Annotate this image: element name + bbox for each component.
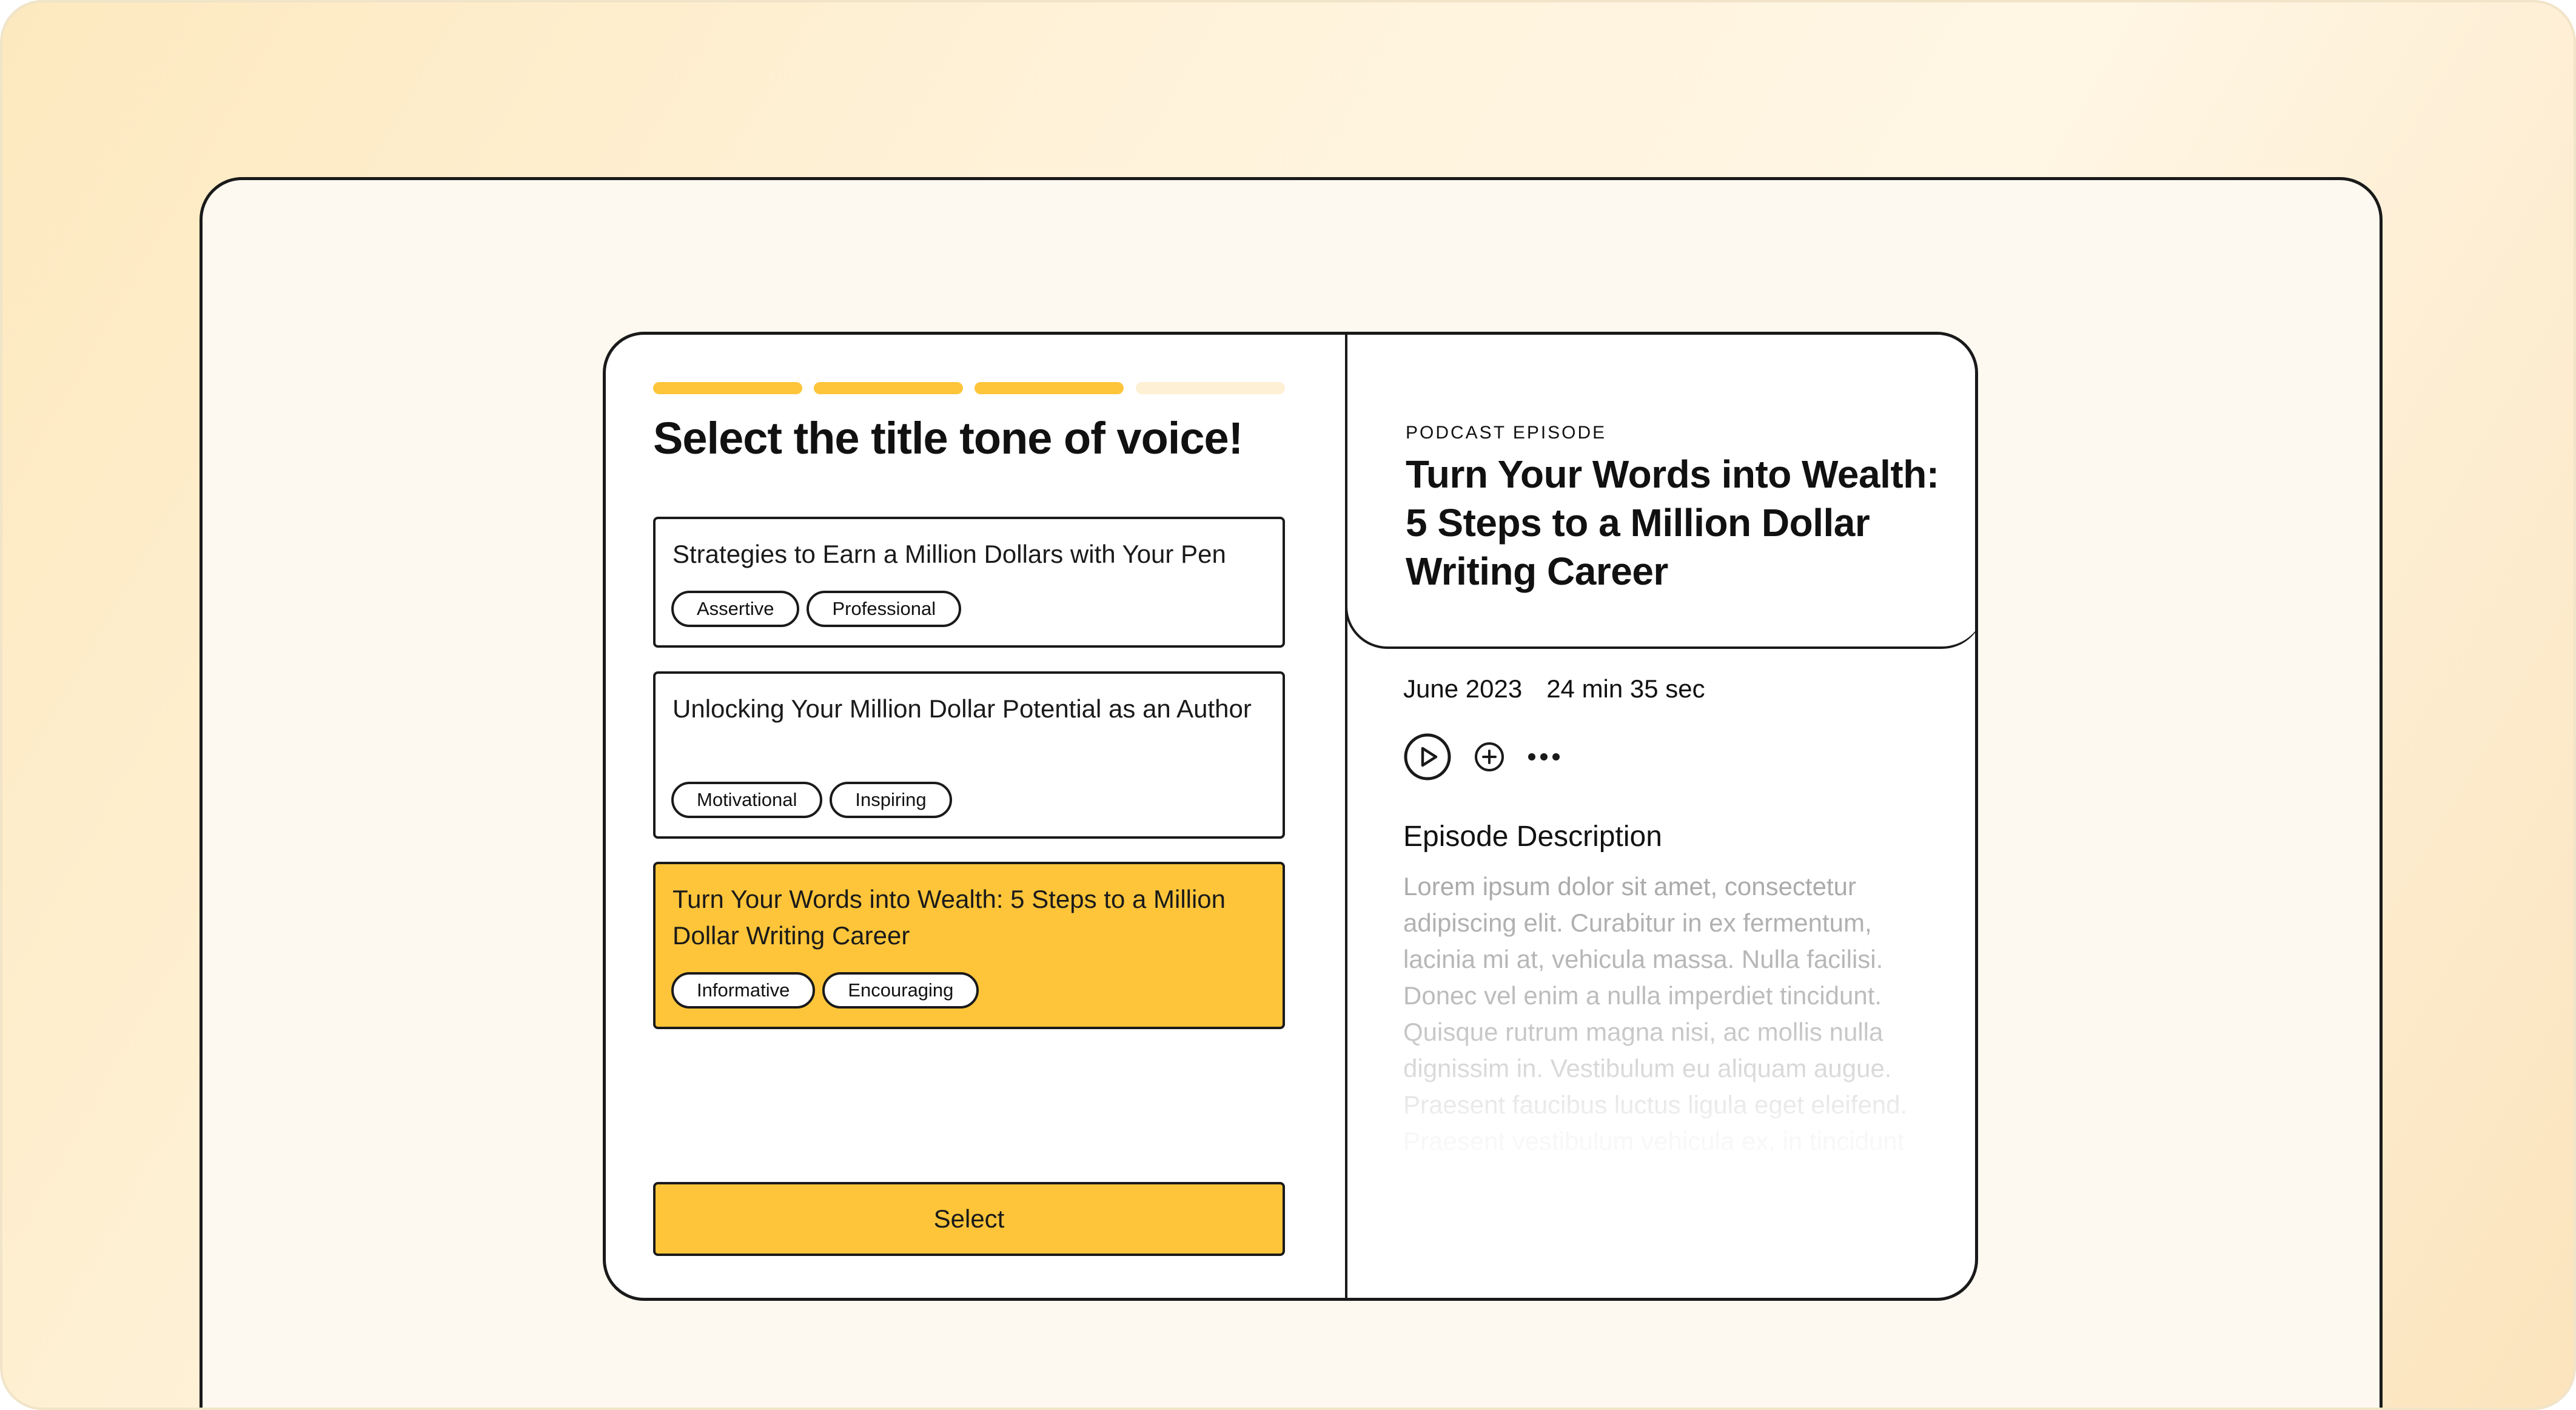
progress-step-3 <box>974 382 1124 394</box>
progress-step-1 <box>653 382 802 394</box>
tone-tag: Motivational <box>671 782 823 818</box>
title-option-2[interactable]: Unlocking Your Million Dollar Potential … <box>653 671 1285 839</box>
option-text: Strategies to Earn a Million Dollars wit… <box>673 540 1226 568</box>
episode-description: Lorem ipsum dolor sit amet, consectetur … <box>1403 872 1908 1155</box>
page-title: Select the title tone of voice! <box>653 413 1243 463</box>
tone-tag: Assertive <box>671 591 800 627</box>
tag-list: Motivational Inspiring <box>671 782 952 818</box>
episode-title: Turn Your Words into Wealth: 5 Steps to … <box>1406 452 1939 593</box>
tone-tag: Encouraging <box>822 972 979 1009</box>
page-background: Select the title tone of voice! Strategi… <box>0 0 2576 1410</box>
episode-controls <box>1403 733 1561 781</box>
episode-meta: June 2023 24 min 35 sec <box>1403 674 1705 703</box>
tone-tag: Informative <box>671 972 816 1009</box>
option-text: Unlocking Your Million Dollar Potential … <box>673 694 1252 723</box>
more-horizontal-icon[interactable] <box>1527 752 1561 762</box>
progress-step-4 <box>1136 382 1285 394</box>
episode-date: June 2023 <box>1403 674 1523 703</box>
tone-tag: Professional <box>807 591 962 627</box>
play-circle-icon[interactable] <box>1403 733 1452 781</box>
episode-header: PODCAST EPISODE Turn Your Words into Wea… <box>1345 335 1975 649</box>
tag-list: Assertive Professional <box>671 591 962 627</box>
title-option-1[interactable]: Strategies to Earn a Million Dollars wit… <box>653 517 1285 648</box>
main-card: Select the title tone of voice! Strategi… <box>603 332 1978 1301</box>
description-heading: Episode Description <box>1403 821 1662 853</box>
progress-bar <box>653 382 1285 394</box>
select-button[interactable]: Select <box>653 1182 1285 1256</box>
progress-step-2 <box>814 382 963 394</box>
tag-list: Informative Encouraging <box>671 972 979 1009</box>
option-text: Turn Your Words into Wealth: 5 Steps to … <box>673 885 1226 950</box>
plus-circle-icon[interactable] <box>1474 741 1505 773</box>
tone-tag: Inspiring <box>830 782 952 818</box>
title-option-3[interactable]: Turn Your Words into Wealth: 5 Steps to … <box>653 862 1285 1029</box>
episode-kicker: PODCAST EPISODE <box>1406 423 1607 443</box>
episode-duration: 24 min 35 sec <box>1546 674 1705 703</box>
